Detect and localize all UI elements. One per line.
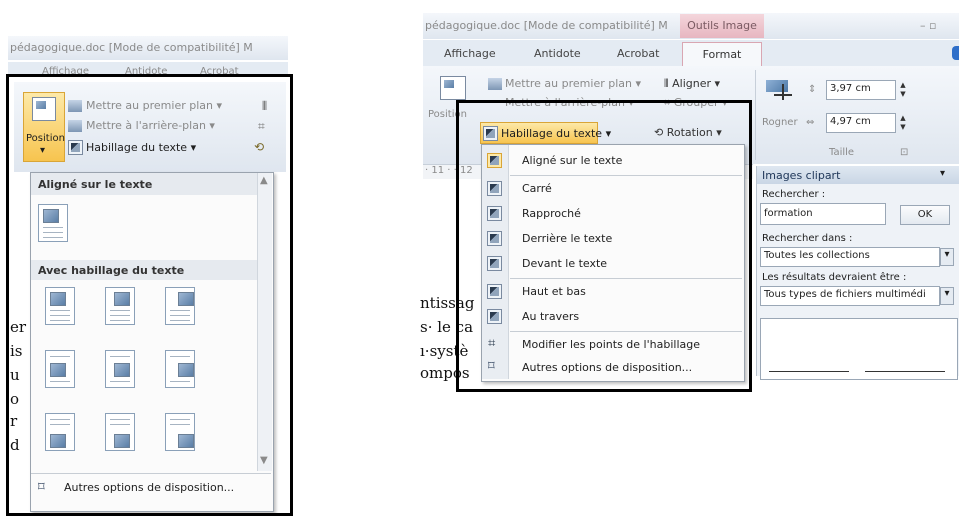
right-bring-front-icon [488,78,502,90]
align-icon-r: ⫴ [664,77,673,90]
clipart-title: Images clipart [762,169,841,182]
width-field[interactable]: 4,97 cm [826,113,896,133]
help-icon[interactable] [952,46,959,60]
height-field[interactable]: 3,97 cm [826,80,896,100]
pane-menu-icon[interactable]: ▾ [940,168,945,179]
crop-icon [766,74,792,100]
chevron-down-icon[interactable]: ▾ [940,287,954,305]
search-label: Rechercher : [762,189,826,200]
right-tab-acrobat[interactable]: Acrobat [617,47,659,60]
search-in-label: Rechercher dans : [762,233,853,244]
right-tab-antidote[interactable]: Antidote [534,47,581,60]
right-tab-affichage[interactable]: Affichage [444,47,496,60]
right-align[interactable]: ⫴ Aligner ▾ [664,77,720,91]
clipart-results [760,318,958,380]
right-bring-front[interactable]: Mettre au premier plan ▾ [505,77,641,90]
left-highlight-frame [6,74,293,516]
ribbon-group-divider [755,70,756,160]
height-spinner[interactable]: ▲ ▼ [898,81,908,99]
context-tab-outils-image: Outils Image [680,14,764,38]
chevron-down-icon[interactable]: ▾ [940,248,954,266]
crop-label[interactable]: Rogner [762,117,798,128]
window-controls[interactable]: – ▫ [920,19,936,32]
right-position-icon [440,76,466,100]
search-input[interactable]: formation [760,203,886,225]
right-window-title: pédagogique.doc [Mode de compatibilité] … [425,19,668,32]
right-tab-format[interactable]: Format [682,42,762,66]
search-in-select[interactable]: Toutes les collections [760,247,940,267]
height-icon: ⇕ [808,84,817,95]
results-label: Les résultats devraient être : [762,272,907,283]
results-select[interactable]: Tous types de fichiers multimédi [760,286,940,306]
ok-button[interactable]: OK [900,205,950,225]
right-highlight-frame [456,100,752,392]
size-group-label: Taille [829,147,855,158]
width-spinner[interactable]: ▲ ▼ [898,114,908,132]
size-launcher-icon[interactable]: ⊡ [900,147,908,158]
left-window-title: pédagogique.doc [Mode de compatibilité] … [10,41,253,54]
width-icon: ⇔ [806,117,815,128]
